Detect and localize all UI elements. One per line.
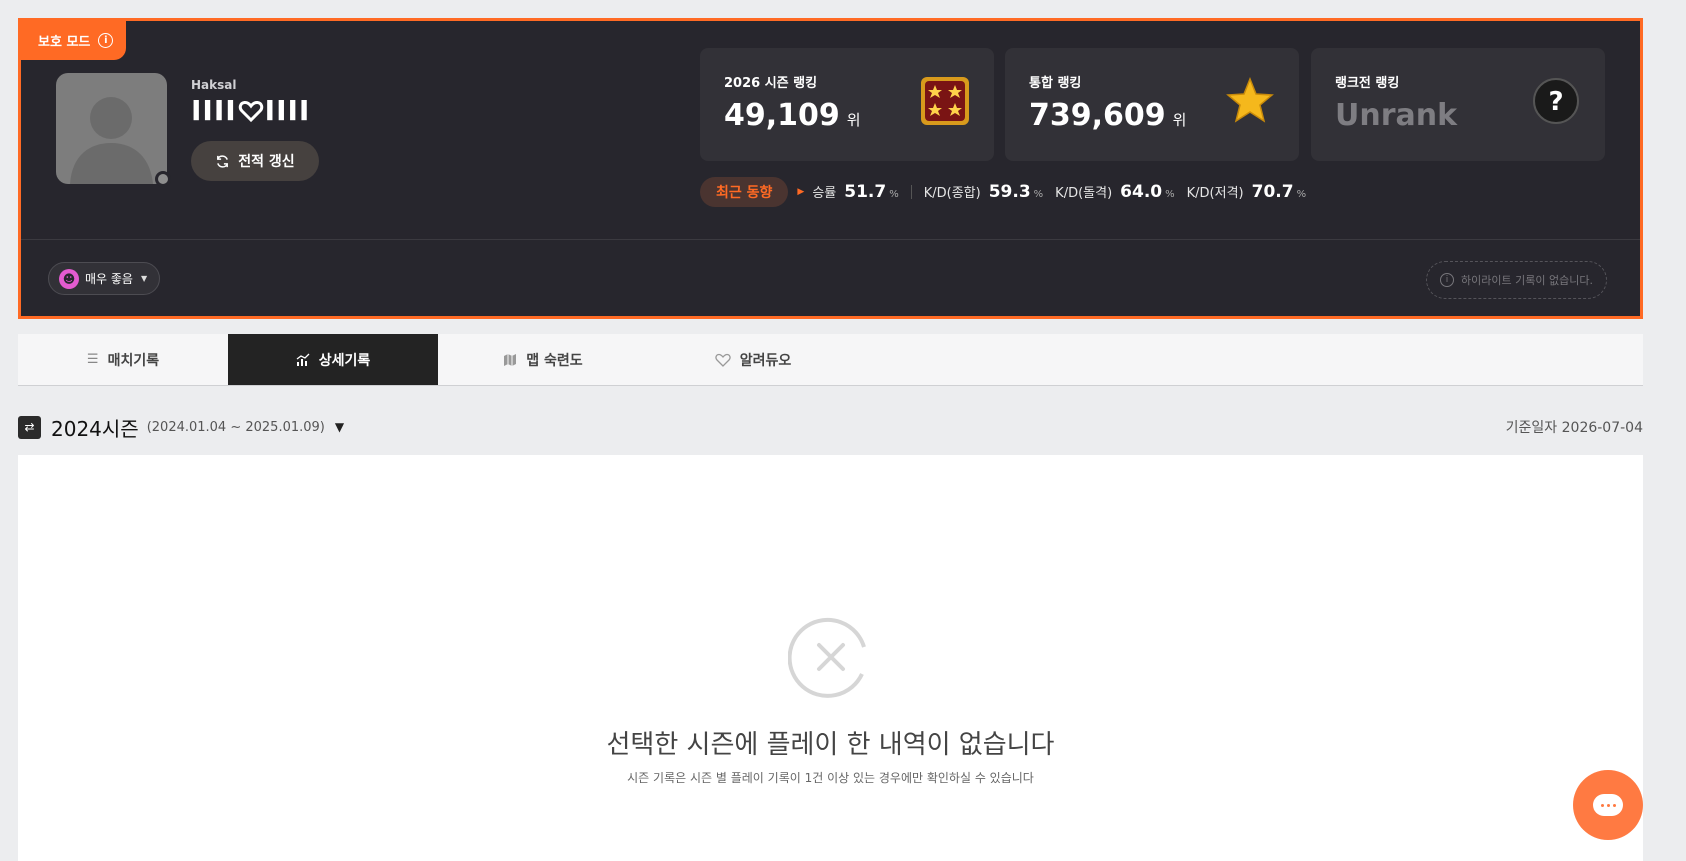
kd-total-unit: % [1033, 189, 1044, 200]
kd-assault-value: 64.0 [1120, 182, 1163, 202]
season-ranking-number: 49,109 [724, 98, 840, 133]
total-ranking-box: 통합 랭킹 739,609 위 [1005, 48, 1299, 161]
highlight-empty-text: 하이라이트 기록이 없습니다. [1461, 274, 1593, 287]
nickname-right: IIII [264, 94, 311, 127]
protect-mode-label: 보호 모드 [38, 35, 91, 50]
kd-sniper-label: K/D(저격) [1186, 186, 1244, 201]
avatar [56, 73, 167, 184]
kd-sniper-stat: K/D(저격) 70.7 % [1187, 182, 1306, 202]
info-icon: i [1440, 273, 1455, 287]
kd-assault-stat: K/D(돌격) 64.0 % [1055, 182, 1174, 202]
chat-bubble-icon [1593, 794, 1623, 816]
total-ranking-label: 통합 랭킹 [1029, 76, 1082, 91]
map-icon [504, 353, 517, 366]
winrate-stat: 승률 51.7 % [812, 182, 898, 202]
status-dot [155, 171, 171, 187]
info-icon[interactable]: i [98, 33, 114, 48]
smiley-icon: ☻ [59, 268, 79, 289]
ranked-match-ranking-label: 랭크전 랭킹 [1335, 76, 1400, 91]
tab-bar: ☰ 매치기록 상세기록 맵 숙련도 알려듀오 [18, 334, 1643, 386]
nickname-left: IIII [191, 94, 237, 127]
winrate-unit: % [889, 189, 899, 200]
total-ranking-number: 739,609 [1029, 98, 1166, 133]
question-icon: ? [1533, 78, 1579, 124]
tab-duo[interactable]: 알려듀오 [648, 334, 858, 385]
kd-total-label: K/D(종합) [923, 186, 981, 201]
season-ranking-value: 49,109 위 [724, 98, 861, 133]
recent-trend: 최근 동향 ▶ 승률 51.7 % K/D(종합) 59.3 % K/D(돌격)… [700, 177, 1318, 207]
profile-card: 보호 모드 i Haksal IIII IIII 전적 갱신 2026 시즌 랭… [18, 18, 1643, 319]
swap-icon[interactable]: ⇄ [18, 415, 41, 439]
total-ranking-unit: 위 [1172, 111, 1187, 129]
season-header: ⇄ 2024시즌 (2024.01.04 ~ 2025.01.09) ▼ 기준일… [18, 413, 1643, 442]
divider [21, 239, 1640, 240]
kd-sniper-value: 70.7 [1251, 182, 1294, 202]
play-arrow-icon: ▶ [797, 187, 805, 197]
svg-text:?: ? [1548, 87, 1563, 117]
caret-down-icon: ▼ [140, 274, 148, 283]
empty-subtitle: 시즌 기록은 시즌 별 플레이 기록이 1건 이상 있는 경우에만 확인하실 수… [627, 771, 1034, 785]
handshake-icon [715, 353, 731, 367]
highlight-empty-notice: i 하이라이트 기록이 없습니다. [1426, 261, 1607, 299]
tab-map-proficiency[interactable]: 맵 숙련도 [438, 334, 648, 385]
kd-sniper-unit: % [1296, 189, 1307, 200]
season-ranking-unit: 위 [846, 111, 861, 129]
season-ranking-box: 2026 시즌 랭킹 49,109 위 [700, 48, 994, 161]
tab-label: 맵 숙련도 [526, 352, 583, 369]
close-circle-icon [788, 617, 866, 698]
kd-assault-label: K/D(돌격) [1055, 186, 1113, 201]
default-avatar-icon [70, 97, 153, 184]
detail-panel: 선택한 시즌에 플레이 한 내역이 없습니다 시즌 기록은 시즌 별 플레이 기… [18, 455, 1643, 861]
chart-icon [296, 353, 310, 366]
ranked-match-ranking-value: Unrank [1335, 98, 1457, 133]
chat-button[interactable] [1573, 770, 1643, 840]
refresh-record-label: 전적 갱신 [238, 154, 295, 170]
clan-name: Haksal [191, 78, 237, 92]
base-date: 기준일자 2026-07-04 [1505, 420, 1643, 436]
refresh-record-button[interactable]: 전적 갱신 [191, 141, 319, 181]
gold-star-icon [1226, 76, 1274, 123]
recent-trend-tag: 최근 동향 [700, 177, 789, 207]
season-range: (2024.01.04 ~ 2025.01.09) [146, 419, 325, 435]
ranked-match-ranking-box: 랭크전 랭킹 Unrank ? [1311, 48, 1605, 161]
tab-detail-record[interactable]: 상세기록 [228, 334, 438, 385]
heart-icon [238, 100, 263, 122]
winrate-label: 승률 [812, 186, 837, 201]
list-icon: ☰ [86, 352, 99, 367]
ranked-match-ranking-number: Unrank [1335, 98, 1458, 133]
kd-assault-unit: % [1165, 189, 1175, 200]
total-ranking-value: 739,609 위 [1029, 98, 1186, 133]
refresh-icon [217, 154, 229, 168]
season-ranking-label: 2026 시즌 랭킹 [724, 76, 818, 91]
season-title[interactable]: 2024시즌 [51, 413, 139, 442]
mood-dropdown[interactable]: ☻ 매우 좋음 ▼ [48, 262, 161, 295]
tab-label: 상세기록 [318, 352, 371, 369]
divider [910, 185, 912, 199]
empty-title: 선택한 시즌에 플레이 한 내역이 없습니다 [606, 730, 1055, 760]
star-rank-emblem-icon [921, 77, 969, 125]
caret-down-icon[interactable]: ▼ [335, 420, 344, 434]
kd-total-stat: K/D(종합) 59.3 % [924, 182, 1043, 202]
tab-match-record[interactable]: ☰ 매치기록 [18, 334, 228, 385]
tab-label: 매치기록 [107, 352, 160, 369]
tab-label: 알려듀오 [739, 352, 792, 369]
winrate-value: 51.7 [844, 182, 887, 202]
kd-total-value: 59.3 [988, 182, 1031, 202]
nickname: IIII IIII [191, 94, 310, 127]
mood-label: 매우 좋음 [85, 272, 133, 286]
protect-mode-badge[interactable]: 보호 모드 i [21, 21, 126, 60]
